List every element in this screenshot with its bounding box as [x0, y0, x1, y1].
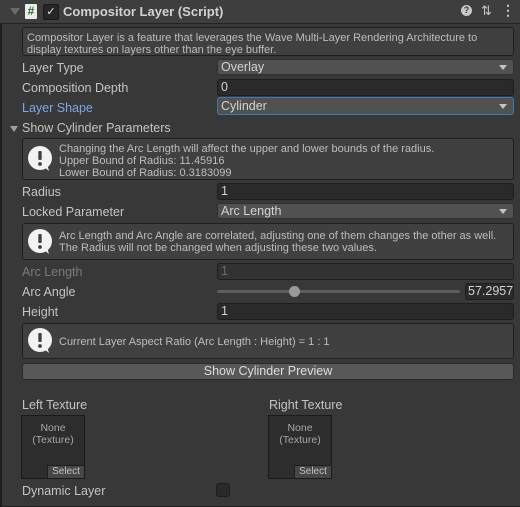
left-texture-select-button[interactable]: Select	[47, 465, 84, 478]
locked-parameter-value: Arc Length	[221, 204, 282, 218]
script-hash-icon: #	[25, 4, 37, 19]
dynamic-layer-label: Dynamic Layer	[22, 484, 106, 498]
radius-help-line: Changing the Arc Length will affect the …	[59, 143, 435, 155]
correlation-help-line: Arc Length and Arc Angle are correlated,…	[59, 230, 497, 242]
texture-type-text: (Texture)	[279, 434, 321, 446]
component-title: Compositor Layer (Script)	[63, 4, 224, 19]
description-text: Compositor Layer is a feature that lever…	[27, 32, 478, 56]
foldout-arrow-icon	[10, 126, 18, 132]
lower-bound-text: Lower Bound of Radius: 0.3183099	[59, 167, 232, 179]
arc-length-label: Arc Length	[22, 265, 83, 279]
arc-length-input: 1	[217, 263, 514, 280]
component-header[interactable]: # ✓ Compositor Layer (Script) ? ⇅ ⋮	[0, 0, 520, 24]
warning-icon	[28, 328, 52, 353]
layer-type-value: Overlay	[221, 60, 265, 74]
aspect-ratio-help-box: Current Layer Aspect Ratio (Arc Length :…	[22, 323, 514, 359]
layer-type-dropdown[interactable]: Overlay	[217, 59, 514, 75]
chevron-down-icon	[499, 65, 507, 70]
presets-icon[interactable]: ⇅	[481, 3, 492, 19]
kebab-menu-icon[interactable]: ⋮	[501, 2, 515, 19]
left-texture-field[interactable]: None (Texture) Select	[21, 415, 85, 479]
upper-bound-text: Upper Bound of Radius: 11.45916	[59, 155, 225, 167]
warning-icon	[28, 229, 52, 254]
left-texture-label: Left Texture	[22, 398, 88, 412]
right-texture-label: Right Texture	[269, 398, 343, 412]
foldout-arrow-icon[interactable]	[10, 8, 20, 15]
composition-depth-input[interactable]: 0	[217, 79, 514, 96]
composition-depth-label: Composition Depth	[22, 81, 129, 95]
description-box: Compositor Layer is a feature that lever…	[22, 27, 514, 56]
help-icon[interactable]: ?	[461, 5, 472, 16]
radius-input[interactable]: 1	[217, 183, 514, 200]
locked-parameter-label: Locked Parameter	[22, 205, 125, 219]
left-texture-value: None (Texture)	[22, 422, 84, 446]
height-input[interactable]: 1	[217, 303, 514, 320]
correlation-help-line: The Radius will not be changed when adju…	[59, 242, 377, 254]
locked-parameter-dropdown[interactable]: Arc Length	[217, 203, 514, 219]
texture-none-text: None	[40, 422, 66, 434]
height-label: Height	[22, 305, 59, 319]
arc-angle-label: Arc Angle	[22, 285, 76, 299]
texture-none-text: None	[287, 422, 313, 434]
radius-help-text: Changing the Arc Length will affect the …	[59, 143, 434, 179]
warning-icon	[28, 146, 52, 171]
right-texture-field[interactable]: None (Texture) Select	[268, 415, 332, 479]
layer-shape-label: Layer Shape	[22, 101, 93, 115]
chevron-down-icon	[499, 209, 507, 214]
arc-angle-input[interactable]: 57.2957	[465, 283, 514, 300]
show-cylinder-preview-button[interactable]: Show Cylinder Preview	[22, 363, 514, 380]
chevron-down-icon	[499, 104, 507, 109]
layer-type-label: Layer Type	[22, 61, 84, 75]
layer-shape-dropdown[interactable]: Cylinder	[217, 97, 514, 115]
correlation-help-box: Arc Length and Arc Angle are correlated,…	[22, 223, 514, 260]
radius-help-box: Changing the Arc Length will affect the …	[22, 138, 514, 180]
arc-angle-slider-track[interactable]	[217, 290, 460, 293]
foldout-label: Show Cylinder Parameters	[22, 121, 171, 135]
layer-shape-value: Cylinder	[221, 99, 267, 113]
right-texture-value: None (Texture)	[269, 422, 331, 446]
right-texture-select-button[interactable]: Select	[294, 465, 331, 478]
radius-label: Radius	[22, 185, 61, 199]
enable-checkbox[interactable]: ✓	[43, 4, 59, 20]
texture-type-text: (Texture)	[32, 434, 74, 446]
correlation-help-text: Arc Length and Arc Angle are correlated,…	[59, 230, 496, 254]
aspect-ratio-text: Current Layer Aspect Ratio (Arc Length :…	[59, 336, 330, 348]
dynamic-layer-checkbox[interactable]	[216, 483, 230, 497]
